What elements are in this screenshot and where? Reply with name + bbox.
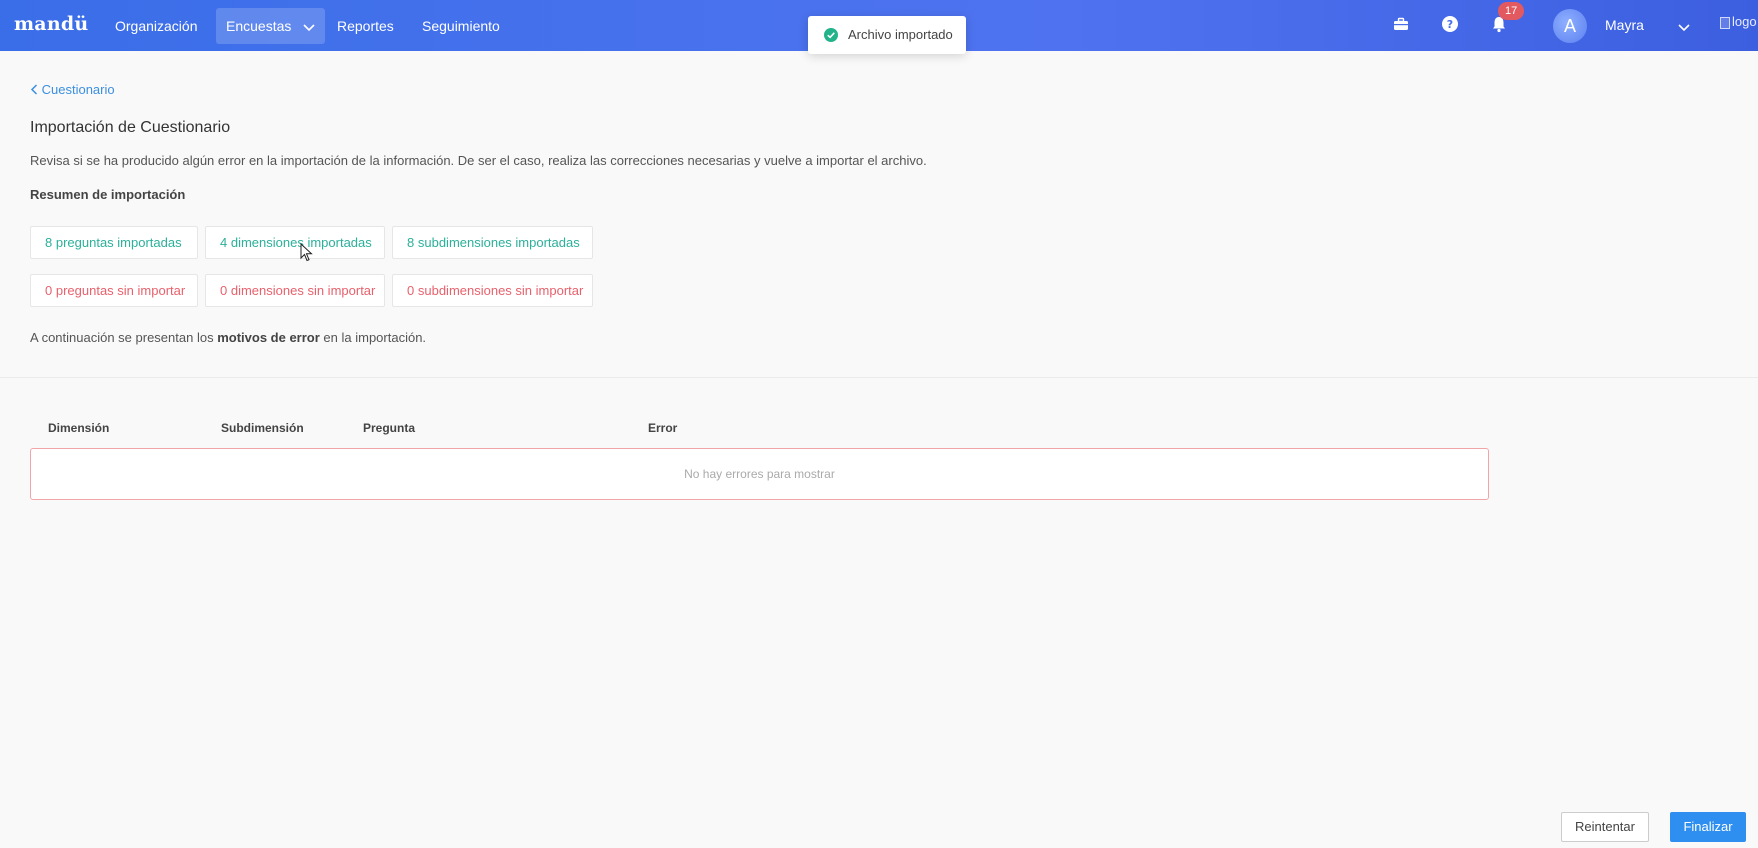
toast-message: Archivo importado [848, 27, 953, 42]
nav-item-label: Seguimiento [422, 18, 500, 34]
notification-count-badge: 17 [1498, 2, 1525, 20]
logo-alt-text: logo [1732, 14, 1757, 29]
stat-count: 8 [45, 235, 53, 250]
toast-notification: Archivo importado [808, 16, 966, 54]
check-circle-icon [824, 27, 838, 42]
stat-dimensiones-importadas: 4 dimensiones importadas [205, 226, 385, 259]
nav-item-encuestas[interactable]: Encuestas [216, 8, 326, 45]
error-reasons-intro: A continuación se presentan los motivos … [30, 330, 426, 345]
stat-count: 0 [45, 283, 53, 298]
breadcrumb-back-link[interactable]: Cuestionario [30, 82, 115, 97]
chevron-left-icon [30, 82, 42, 97]
nav-item-label: Organización [115, 18, 198, 34]
svg-text:?: ? [1447, 18, 1453, 31]
avatar[interactable]: A [1553, 9, 1587, 43]
nav-item-seguimiento[interactable]: Seguimiento [412, 8, 510, 44]
column-header-pregunta: Pregunta [363, 421, 416, 435]
stat-count: 0 [220, 283, 228, 298]
column-header-dimension: Dimensión [48, 421, 110, 435]
nav-item-organizacion[interactable]: Organización [105, 8, 208, 44]
nav-item-label: Encuestas [226, 18, 292, 34]
stat-preguntas-sin-importar: 0 preguntas sin importar [30, 274, 198, 307]
reasons-emphasis: motivos de error [217, 330, 320, 345]
stat-label: subdimensiones importadas [417, 235, 580, 250]
stat-count: 0 [407, 283, 415, 298]
section-divider [0, 377, 1758, 378]
nav-item-label: Reportes [337, 18, 394, 34]
help-icon[interactable]: ? [1441, 15, 1461, 35]
chevron-down-icon[interactable] [1678, 19, 1690, 35]
stat-label: subdimensiones sin importar [417, 283, 584, 298]
company-logo-image: logo [1720, 14, 1758, 36]
stat-dimensiones-sin-importar: 0 dimensiones sin importar [205, 274, 385, 307]
finish-button[interactable]: Finalizar [1670, 812, 1746, 842]
briefcase-icon[interactable] [1392, 15, 1412, 35]
brand-logo[interactable]: mandü [14, 13, 88, 35]
chevron-down-icon [303, 9, 315, 45]
stat-count: 8 [407, 235, 415, 250]
page-title: Importación de Cuestionario [30, 119, 231, 136]
mouse-cursor-icon [300, 242, 314, 263]
stat-label: preguntas sin importar [55, 283, 186, 298]
column-header-error: Error [648, 421, 678, 435]
summary-heading: Resumen de importación [30, 187, 186, 202]
stat-count: 4 [220, 235, 228, 250]
retry-button[interactable]: Reintentar [1561, 812, 1649, 842]
broken-image-icon [1720, 16, 1730, 29]
stat-label: dimensiones sin importar [230, 283, 376, 298]
stat-subdimensiones-importadas: 8 subdimensiones importadas [392, 226, 593, 259]
nav-item-reportes[interactable]: Reportes [327, 8, 404, 44]
page-description: Revisa si se ha producido algún error en… [30, 153, 927, 168]
stat-subdimensiones-sin-importar: 0 subdimensiones sin importar [392, 274, 593, 307]
stat-label: preguntas importadas [55, 235, 182, 250]
reasons-prefix: A continuación se presentan los [30, 330, 214, 345]
column-header-subdimension: Subdimensión [221, 421, 304, 435]
user-name[interactable]: Mayra [1605, 17, 1644, 33]
breadcrumb-label: Cuestionario [41, 82, 115, 97]
empty-table-message: No hay errores para mostrar [30, 448, 1489, 500]
reasons-suffix: en la importación. [323, 330, 427, 345]
stat-preguntas-importadas: 8 preguntas importadas [30, 226, 198, 259]
